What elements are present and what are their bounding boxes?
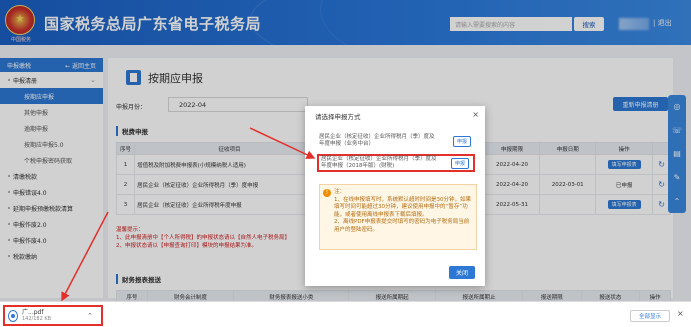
modal-title: 请选择申报方式 — [315, 113, 361, 121]
show-all-button[interactable]: 全部显示 — [630, 310, 670, 322]
note-box: ! 注： 1、在线申报填写时，系统默认超时时间是30分钟，如果填写时间可能超过3… — [319, 184, 477, 250]
chevron-up-icon[interactable]: ⌃ — [87, 312, 93, 320]
download-bar: 广...pdf 142/182 KB ⌃ 全部显示 × — [0, 301, 691, 327]
option-2018-version: 居民企业（核定征收）企业所得税月（季）度及年度申报（2018年版）(财税) 申报 — [317, 154, 475, 172]
declare-button[interactable]: 申报 — [452, 135, 471, 147]
download-item[interactable]: 广...pdf 142/182 KB ⌃ — [3, 305, 103, 326]
close-icon[interactable]: × — [472, 110, 479, 119]
download-size: 142/182 KB — [22, 315, 52, 322]
option-business-platform: 居民企业（核定征收）企业所得税月（季）度及年度申报（业务中台） 申报 — [317, 132, 475, 150]
note-title: 注： — [334, 189, 346, 195]
close-icon[interactable]: × — [677, 309, 684, 318]
close-button[interactable]: 关闭 — [449, 266, 475, 279]
option-text: 居民企业（核定征收）企业所得税月（季）度及年度申报（业务中台） — [319, 134, 435, 147]
select-declaration-modal: 请选择申报方式 × 居民企业（核定征收）企业所得税月（季）度及年度申报（业务中台… — [305, 106, 485, 286]
download-filename: 广...pdf — [22, 308, 44, 316]
pdf-file-icon — [8, 309, 18, 322]
note-line-1: 1、在线申报填写时，系统默认超时时间是30分钟，如果填写时间可能超过30分钟，建… — [334, 196, 471, 218]
option-text: 居民企业（核定征收）企业所得税月（季）度及年度申报（2018年版）(财税) — [321, 156, 437, 169]
download-info: 广...pdf 142/182 KB — [22, 309, 51, 323]
declare-button[interactable]: 申报 — [450, 157, 469, 169]
note-line-2: 2、离线PDF申报表提交时填写的密码为电子税务局当前用户的登陆密码。 — [334, 219, 470, 233]
warning-icon: ! — [323, 189, 331, 197]
